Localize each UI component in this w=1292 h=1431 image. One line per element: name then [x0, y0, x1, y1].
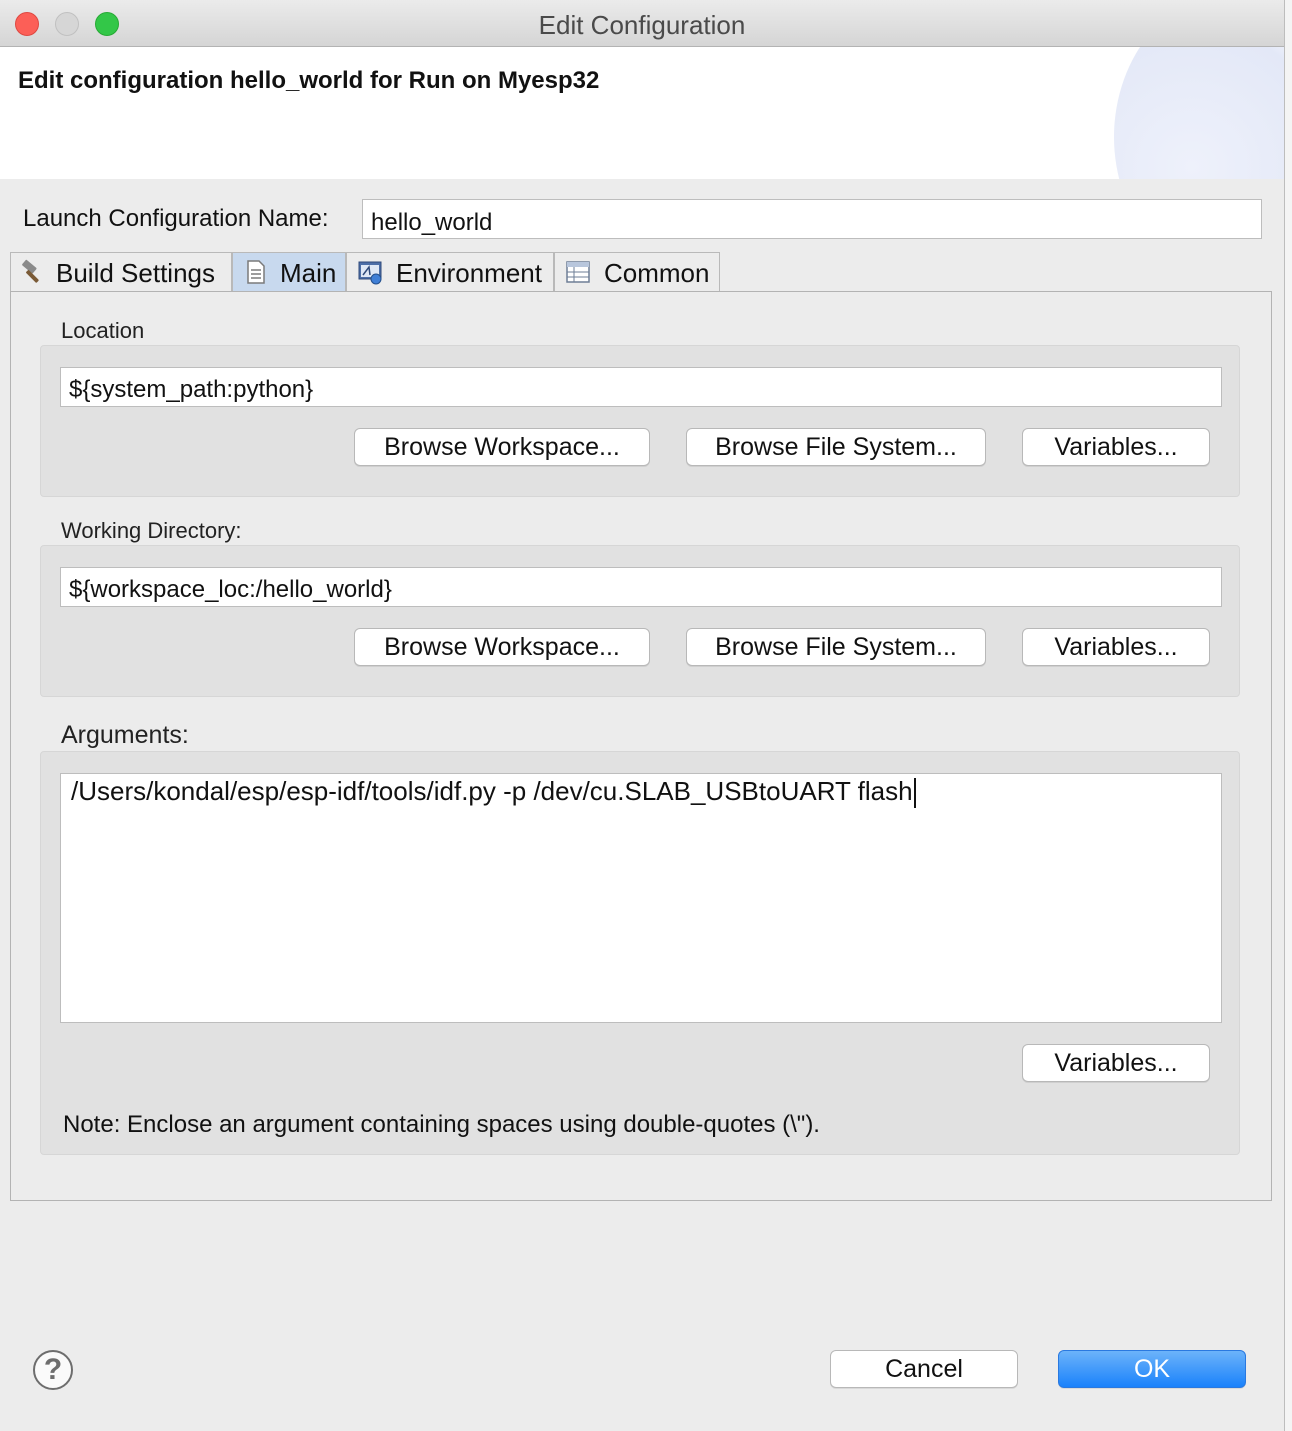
working-directory-variables-button[interactable]: Variables... [1022, 628, 1210, 666]
tab-build-settings-label: Build Settings [56, 258, 215, 288]
environment-icon [358, 261, 382, 285]
working-directory-input[interactable]: ${workspace_loc:/hello_world} [60, 567, 1222, 607]
header-banner-graphic [1114, 47, 1284, 179]
ok-button[interactable]: OK [1058, 1350, 1246, 1388]
title-bar[interactable]: Edit Configuration [0, 0, 1284, 47]
window-title: Edit Configuration [538, 10, 746, 40]
dialog-header: Edit configuration hello_world for Run o… [0, 47, 1284, 179]
location-variables-button[interactable]: Variables... [1022, 428, 1210, 466]
dialog-heading: Edit configuration hello_world for Run o… [18, 67, 600, 94]
cancel-button[interactable]: Cancel [830, 1350, 1018, 1388]
launch-name-input[interactable]: hello_world [362, 199, 1262, 239]
launch-name-label: Launch Configuration Name: [23, 205, 329, 232]
tab-main-label: Main [280, 258, 337, 288]
document-icon [247, 260, 265, 284]
working-directory-browse-workspace-button[interactable]: Browse Workspace... [354, 628, 650, 666]
arguments-note: Note: Enclose an argument containing spa… [63, 1111, 820, 1138]
text-cursor [913, 778, 916, 809]
background-window-edge [1285, 0, 1292, 1431]
tab-build-settings[interactable]: Build Settings [10, 252, 232, 292]
working-directory-label: Working Directory: [61, 518, 242, 543]
tab-environment[interactable]: Environment [346, 252, 554, 292]
location-browse-workspace-button[interactable]: Browse Workspace... [354, 428, 650, 466]
help-icon: ? [43, 1353, 63, 1386]
location-browse-file-system-button[interactable]: Browse File System... [686, 428, 986, 466]
arguments-text: /Users/kondal/esp/esp-idf/tools/idf.py -… [71, 776, 913, 806]
tab-common[interactable]: Common [554, 252, 720, 292]
location-input[interactable]: ${system_path:python} [60, 367, 1222, 407]
arguments-textarea[interactable]: /Users/kondal/esp/esp-idf/tools/idf.py -… [60, 773, 1222, 1023]
tab-main[interactable]: Main [232, 252, 346, 292]
arguments-variables-button[interactable]: Variables... [1022, 1044, 1210, 1082]
edit-configuration-dialog: Edit Configuration Edit configuration he… [0, 0, 1285, 1431]
help-button[interactable]: ? [33, 1350, 73, 1390]
hammer-icon [22, 259, 39, 283]
tab-environment-label: Environment [396, 258, 542, 288]
arguments-label: Arguments: [61, 721, 189, 749]
location-label: Location [61, 318, 145, 343]
working-directory-browse-file-system-button[interactable]: Browse File System... [686, 628, 986, 666]
table-icon [566, 261, 590, 283]
tab-common-label: Common [604, 258, 710, 288]
